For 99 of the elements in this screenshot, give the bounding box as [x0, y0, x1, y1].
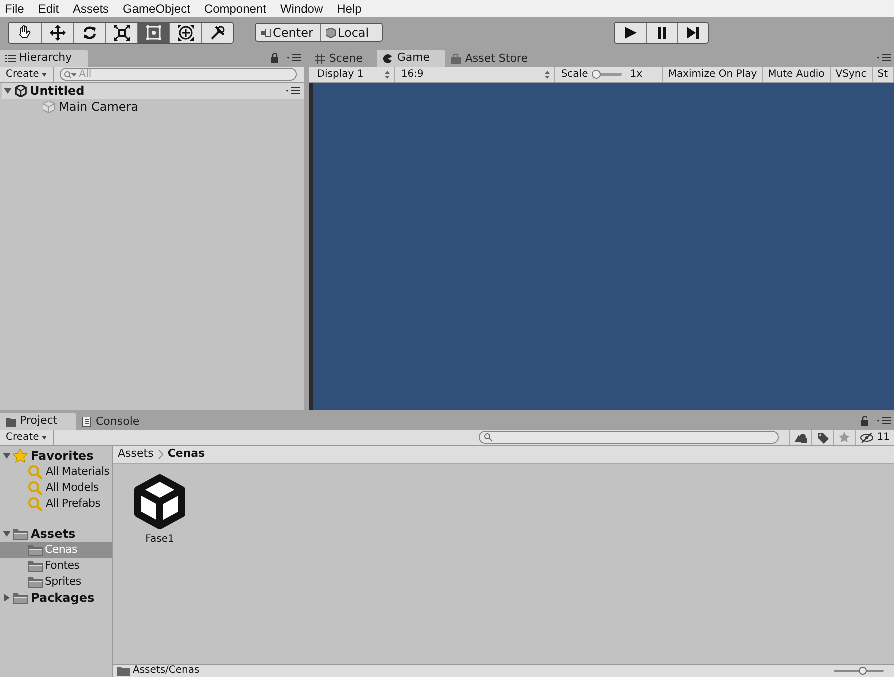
hierarchy-tab[interactable]: Hierarchy — [0, 50, 88, 67]
tools-icon — [210, 24, 226, 40]
search-icon — [28, 497, 44, 511]
move-icon — [50, 24, 66, 40]
menu-item[interactable]: Edit — [33, 0, 64, 18]
document-icon — [82, 417, 92, 427]
transform-icon — [178, 24, 194, 40]
asset-name[interactable]: Fase1 — [146, 532, 174, 547]
tree-item[interactable]: Fontes — [0, 558, 112, 574]
shapes-icon — [794, 432, 807, 442]
scale-label: Scale — [561, 68, 588, 82]
cube-icon — [326, 28, 336, 38]
rect-tool-icon — [146, 24, 162, 40]
menu-item[interactable]: Assets — [68, 0, 114, 18]
step-button[interactable] — [677, 22, 708, 42]
asset-path: Assets/Cenas — [133, 666, 200, 676]
play-icon — [624, 26, 638, 40]
toggle-button[interactable]: Mute Audio — [763, 67, 831, 82]
menu-item[interactable]: GameObject — [118, 0, 196, 18]
aspect-dropdown[interactable]: 16:9 — [395, 67, 556, 82]
pivot-button[interactable]: Local — [320, 24, 382, 41]
tool-button[interactable] — [41, 22, 73, 42]
tool-button[interactable] — [73, 22, 105, 42]
menu-item[interactable]: Window — [275, 0, 328, 18]
tool-button[interactable] — [169, 22, 201, 42]
tool-button[interactable] — [9, 22, 41, 42]
tree-item[interactable]: All Prefabs — [0, 496, 112, 512]
tree-item[interactable]: Assets — [31, 525, 76, 543]
collapsed-arrow-icon[interactable] — [3, 594, 11, 602]
toggle-button[interactable]: VSync — [830, 67, 873, 82]
menu-item[interactable]: Help — [332, 0, 367, 18]
create-dropdown[interactable]: Create — [0, 67, 54, 82]
search-field[interactable]: All — [60, 68, 298, 81]
display-dropdown[interactable]: Display 1 — [309, 67, 396, 82]
search-icon — [28, 465, 44, 479]
tree-item[interactable]: All Materials — [0, 464, 112, 480]
toggle-button[interactable]: St — [872, 67, 894, 82]
updown-icon — [385, 70, 390, 78]
folder-icon — [13, 528, 28, 540]
menu-icon — [877, 54, 891, 62]
breadcrumb-item[interactable]: Cenas — [168, 446, 206, 463]
expanded-arrow-icon[interactable] — [4, 87, 12, 95]
menu-icon[interactable] — [287, 54, 302, 62]
updown-icon — [545, 70, 550, 78]
hierarchy-item[interactable]: Main Camera — [59, 98, 139, 116]
tool-button[interactable] — [201, 22, 233, 42]
pause-button[interactable] — [646, 22, 677, 42]
menu-item[interactable]: Component — [199, 0, 272, 18]
tab[interactable]: Project — [0, 413, 76, 430]
scale-value: 1x — [630, 68, 643, 82]
cube-icon — [43, 101, 55, 113]
expanded-arrow-icon[interactable] — [3, 530, 11, 538]
folder-icon — [6, 416, 16, 426]
create-dropdown[interactable]: Create — [0, 430, 54, 445]
hand-icon — [17, 24, 33, 40]
pivot-icon — [261, 28, 271, 36]
expanded-arrow-icon[interactable] — [3, 452, 11, 460]
zoom-slider[interactable] — [834, 667, 884, 675]
folder-icon — [117, 666, 130, 676]
tab[interactable]: Game — [377, 50, 446, 67]
search-field[interactable] — [479, 431, 780, 444]
scene-name: Untitled — [30, 83, 85, 100]
rotate-icon — [82, 24, 98, 40]
caret-icon — [42, 436, 48, 440]
tree-item[interactable]: Favorites — [31, 447, 94, 465]
folder-icon — [28, 544, 43, 556]
hidden-eye-icon — [860, 432, 874, 442]
folder-icon — [28, 576, 43, 588]
scale-icon — [114, 24, 130, 40]
breadcrumb-item[interactable]: Assets — [118, 446, 154, 463]
search-icon — [28, 481, 44, 495]
star-icon — [13, 449, 28, 463]
tool-button[interactable] — [137, 22, 169, 42]
search-icon — [484, 433, 494, 442]
lock-icon[interactable] — [271, 53, 280, 63]
caret-icon — [42, 72, 48, 76]
scale-slider[interactable] — [592, 70, 622, 79]
folder-icon — [13, 592, 28, 604]
menu-icon[interactable] — [877, 417, 891, 425]
search-icon — [64, 71, 76, 79]
list-icon — [5, 54, 16, 62]
play-button[interactable] — [615, 22, 646, 42]
toggle-button[interactable]: Maximize On Play — [663, 67, 764, 82]
tree-item[interactable]: Packages — [31, 589, 95, 607]
menu-icon — [286, 87, 300, 95]
step-icon — [686, 26, 700, 40]
pacman-icon — [383, 54, 394, 64]
chevron-icon — [158, 450, 164, 459]
bag-icon — [451, 54, 462, 64]
folder-icon — [28, 560, 43, 572]
grid-icon — [315, 54, 326, 64]
menu-item[interactable]: File — [0, 0, 30, 18]
pivot-button[interactable]: Center — [256, 24, 320, 41]
tool-button[interactable] — [105, 22, 137, 42]
pause-icon — [655, 26, 669, 40]
tree-item[interactable]: Sprites — [0, 574, 112, 590]
tree-item[interactable]: All Models — [0, 480, 112, 496]
lock-icon[interactable] — [861, 416, 869, 426]
hidden-packages-toggle[interactable]: 11 — [855, 430, 894, 445]
